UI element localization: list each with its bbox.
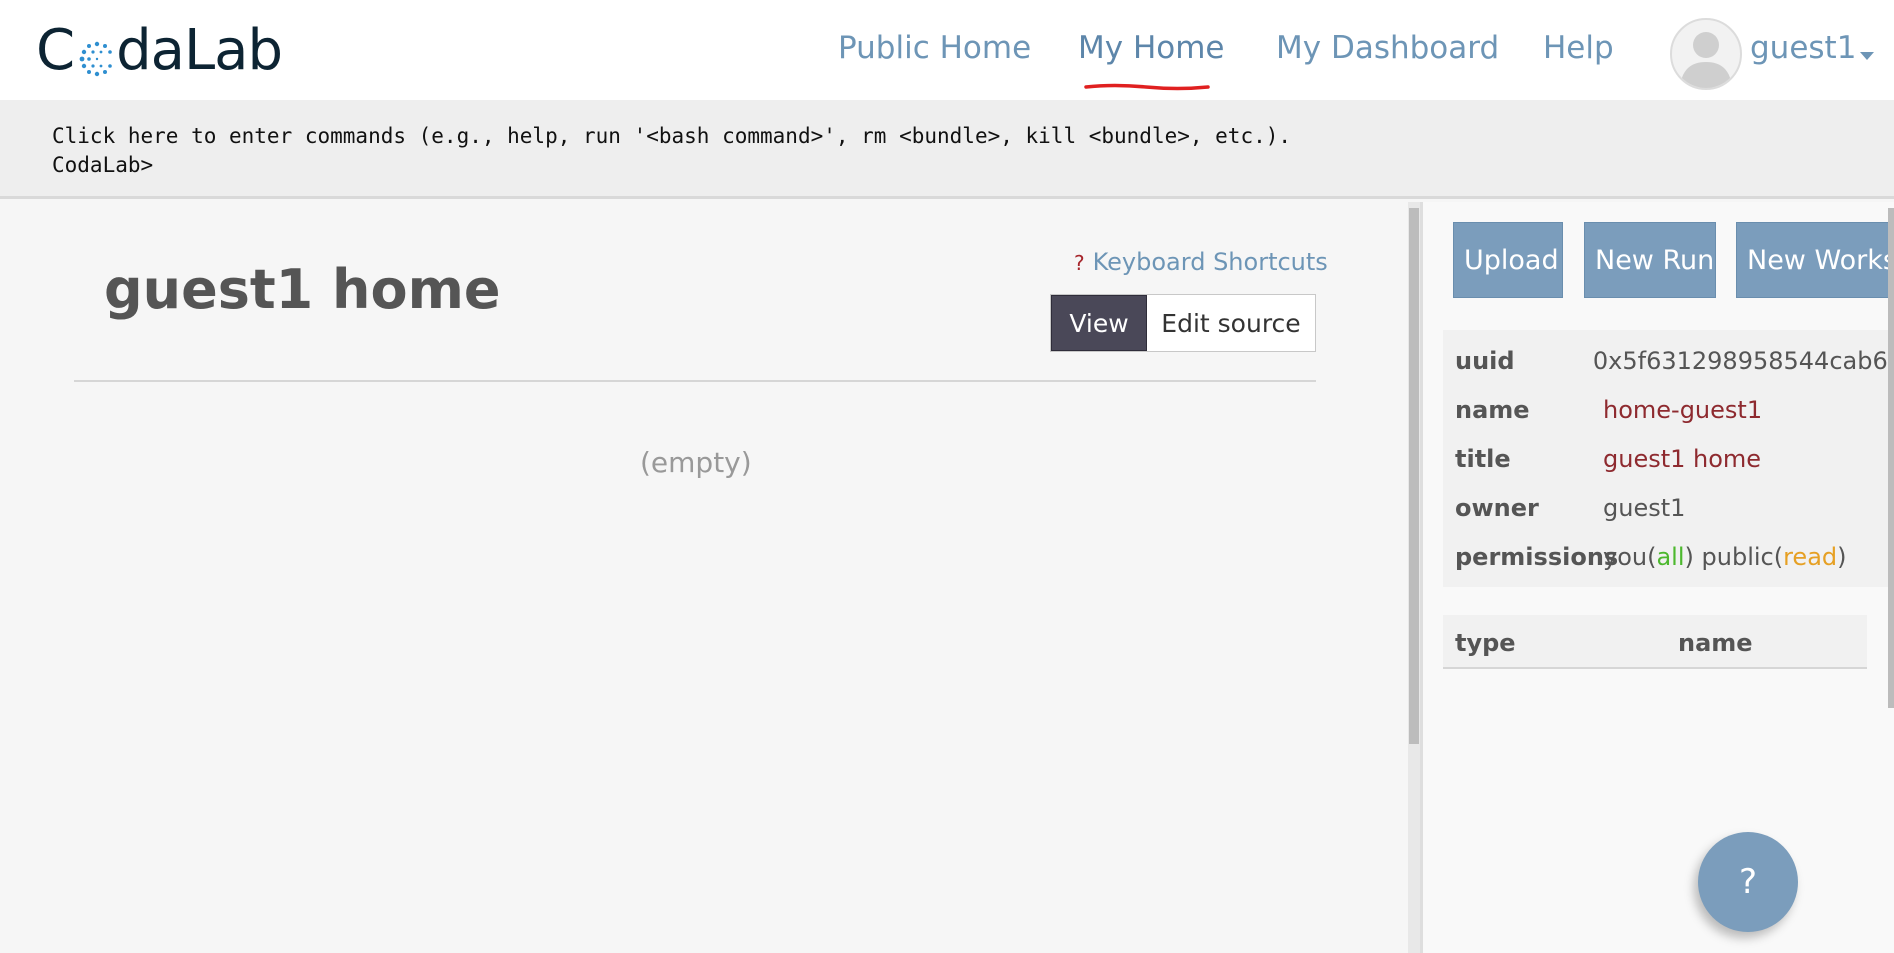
new-run-button[interactable]: New Run bbox=[1584, 222, 1716, 298]
worksheet-scrollbar-thumb[interactable] bbox=[1409, 208, 1419, 744]
info-permissions-value[interactable]: you(all) public(read) bbox=[1603, 543, 1847, 571]
info-row-name: name home-guest1 bbox=[1443, 385, 1894, 434]
info-key: name bbox=[1455, 395, 1530, 424]
info-key: uuid bbox=[1455, 346, 1515, 375]
info-title-value[interactable]: guest1 home bbox=[1603, 445, 1761, 473]
nav-public-home[interactable]: Public Home bbox=[838, 30, 1031, 66]
user-silhouette-icon bbox=[1680, 32, 1732, 88]
perm-all-label: all bbox=[1656, 542, 1685, 571]
logo-letter: C bbox=[36, 17, 75, 83]
page-title: guest1 home bbox=[104, 258, 501, 321]
command-hint: Click here to enter commands (e.g., help… bbox=[52, 124, 1292, 148]
side-panel-scrollbar[interactable] bbox=[1888, 208, 1894, 708]
nav-my-dashboard[interactable]: My Dashboard bbox=[1276, 30, 1499, 66]
info-row-permissions: permissions you(all) public(read) bbox=[1443, 532, 1894, 581]
perm-you-label: you( bbox=[1603, 542, 1657, 571]
perm-close-paren: ) bbox=[1837, 542, 1847, 571]
active-nav-underline bbox=[1084, 83, 1210, 91]
nav-my-home[interactable]: My Home bbox=[1078, 30, 1225, 66]
contents-table-header: type name bbox=[1443, 615, 1867, 669]
column-header-name: name bbox=[1678, 629, 1753, 657]
user-menu-label[interactable]: guest1 bbox=[1750, 30, 1856, 66]
upload-button[interactable]: Upload bbox=[1453, 222, 1563, 298]
info-row-owner: owner guest1 bbox=[1443, 483, 1894, 532]
perm-public-label: ) public( bbox=[1684, 542, 1784, 571]
perm-read-label: read bbox=[1783, 542, 1838, 571]
keyboard-shortcuts-label: Keyboard Shortcuts bbox=[1092, 248, 1328, 276]
info-uuid-value: 0x5f631298958544cab67 bbox=[1592, 346, 1894, 375]
keyboard-shortcuts-link[interactable]: ? Keyboard Shortcuts bbox=[1074, 248, 1328, 276]
title-divider bbox=[74, 380, 1316, 382]
info-row-uuid: uuid 0x5f631298958544cab67 bbox=[1443, 336, 1894, 385]
help-question-icon: ? bbox=[1074, 251, 1085, 275]
worksheet-panel: guest1 home ? Keyboard Shortcuts View Edi… bbox=[0, 202, 1410, 953]
avatar[interactable] bbox=[1670, 18, 1742, 90]
info-owner-value: guest1 bbox=[1603, 493, 1686, 522]
worksheet-info-table: uuid 0x5f631298958544cab67 name home-gue… bbox=[1443, 330, 1894, 587]
nav-help[interactable]: Help bbox=[1543, 30, 1614, 66]
command-prompt: CodaLab> bbox=[52, 153, 154, 177]
info-key: owner bbox=[1455, 493, 1539, 522]
codalab-logo[interactable]: C daLab bbox=[36, 10, 283, 90]
logo-text: daLab bbox=[116, 17, 283, 83]
view-button[interactable]: View bbox=[1051, 295, 1147, 351]
side-panel: Upload New Run New Worksheet uuid 0x5f63… bbox=[1423, 202, 1894, 953]
new-worksheet-button[interactable]: New Worksheet bbox=[1736, 222, 1894, 298]
view-mode-toggle: View Edit source bbox=[1050, 294, 1316, 352]
column-header-type: type bbox=[1455, 629, 1516, 657]
info-key: permissions bbox=[1455, 542, 1619, 571]
logo-dots-icon bbox=[76, 29, 118, 77]
info-key: title bbox=[1455, 444, 1511, 473]
empty-placeholder: (empty) bbox=[640, 446, 752, 479]
command-terminal[interactable]: Click here to enter commands (e.g., help… bbox=[0, 100, 1894, 199]
edit-source-button[interactable]: Edit source bbox=[1147, 295, 1315, 351]
help-fab-button[interactable]: ? bbox=[1698, 832, 1798, 932]
top-navbar: C daLab Public Home My Home My Dashboard… bbox=[0, 0, 1894, 100]
info-row-title: title guest1 home bbox=[1443, 434, 1894, 483]
chevron-down-icon[interactable] bbox=[1860, 52, 1874, 60]
info-name-value[interactable]: home-guest1 bbox=[1603, 396, 1762, 424]
